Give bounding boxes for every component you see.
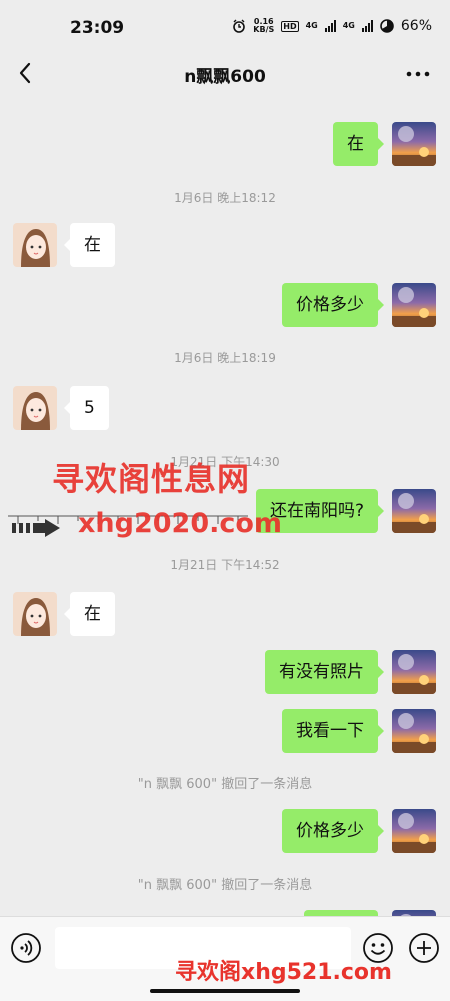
add-icon[interactable] (408, 932, 440, 964)
signal-2-icon (361, 20, 373, 32)
status-icons: 0.16 KB/S HD 4G 4G 66% (232, 18, 432, 34)
signal-1-label: 4G (305, 21, 318, 30)
signal-2-label: 4G (342, 21, 355, 30)
status-time: 23:09 (70, 18, 125, 38)
message-bubble-contact[interactable]: 5 (64, 386, 109, 430)
avatar-contact[interactable] (13, 223, 57, 267)
chat-header: n飘飘600 (0, 52, 450, 96)
avatar-contact[interactable] (13, 386, 57, 430)
voice-icon[interactable] (10, 932, 42, 964)
avatar-self[interactable] (392, 709, 436, 753)
watermark-bottom: 寻欢阁xhg521.com (175, 960, 392, 985)
avatar-self[interactable] (392, 809, 436, 853)
status-bar: 23:09 0.16 KB/S HD 4G 4G 66% (0, 0, 450, 52)
message-bubble-self[interactable]: 价格多少 (282, 283, 384, 327)
recall-notice: "n 飘飘 600" 撤回了一条消息 (137, 878, 313, 893)
battery-level: 66% (400, 18, 432, 34)
net-speed-unit: KB/S (253, 25, 275, 34)
avatar-contact[interactable] (13, 592, 57, 636)
watermark-url: xhg2020.com (78, 508, 283, 539)
timestamp: 1月6日 晚上18:12 (174, 191, 276, 205)
timestamp: 1月21日 下午14:52 (170, 558, 280, 572)
alarm-icon (233, 19, 246, 33)
message-bubble-self[interactable]: 有没有照片 (265, 650, 384, 694)
signal-1-icon (324, 20, 336, 32)
timestamp: 1月6日 晚上18:19 (174, 351, 276, 365)
watermark-title: 寻欢阁性息网 (52, 460, 251, 498)
avatar-self[interactable] (392, 283, 436, 327)
recall-notice: "n 飘飘 600" 撤回了一条消息 (137, 777, 313, 792)
net-speed: 0.16 KB/S (253, 18, 274, 34)
hd-badge: HD (281, 20, 299, 32)
home-indicator[interactable] (150, 989, 300, 993)
avatar-self[interactable] (392, 650, 436, 694)
chat-title: n飘飘600 (184, 67, 266, 87)
message-bubble-self[interactable]: 我看一下 (282, 709, 384, 753)
message-bubble-self[interactable]: 在 (333, 122, 384, 166)
message-bubble-self[interactable]: 价格多少 (282, 809, 384, 853)
message-list[interactable]: 在 1月6日 晚上18:12 在 价格多少 1月6日 晚上18:19 5 1月2… (0, 96, 450, 916)
message-bubble-contact[interactable]: 在 (64, 223, 115, 267)
more-dots-icon[interactable] (406, 70, 430, 78)
battery-icon (380, 19, 394, 33)
avatar-self[interactable] (392, 489, 436, 533)
message-bubble-contact[interactable]: 在 (64, 592, 115, 636)
avatar-self[interactable] (392, 122, 436, 166)
